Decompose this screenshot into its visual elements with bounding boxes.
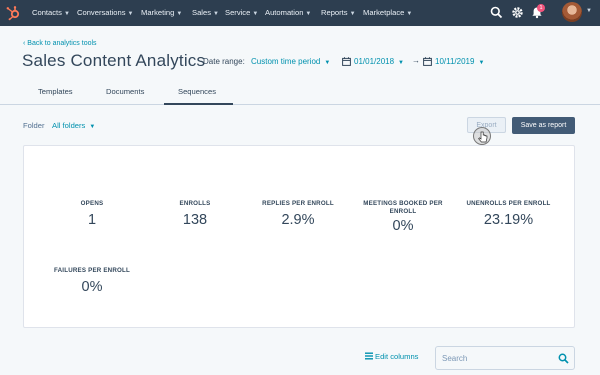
chevron-down-icon: ▼ (63, 11, 70, 17)
nav-automation[interactable]: Automation ▼ (265, 8, 311, 17)
back-to-analytics-link[interactable]: ‹ Back to analytics tools (23, 40, 97, 47)
date-range-value: Custom time period (251, 57, 321, 66)
chevron-down-icon: ▼ (398, 60, 404, 66)
top-navigation-bar: Contacts ▼ Conversations ▼ Marketing ▼ Sale… (0, 0, 600, 26)
stat-replies-per-enroll: REPLIES PER ENROLL 2.9% (248, 200, 348, 228)
notification-badge: 1 (537, 4, 545, 12)
nav-conversations[interactable]: Conversations ▼ (77, 8, 134, 17)
stat-failures-per-enroll: FAILURES PER ENROLL 0% (42, 267, 142, 295)
tab-documents[interactable]: Documents (106, 87, 144, 96)
chevron-down-icon: ▼ (478, 60, 485, 66)
chevron-down-icon: ▼ (127, 11, 134, 17)
end-date-picker[interactable]: 10/11/2019 ▼ (435, 57, 484, 66)
stat-value: 1 (87, 212, 97, 228)
nav-reports[interactable]: Reports ▼ (321, 8, 356, 17)
gear-icon[interactable] (511, 6, 524, 19)
nav-marketplace-label: Marketplace (363, 8, 405, 17)
tab-sequences[interactable]: Sequences (178, 87, 216, 96)
avatar[interactable] (562, 2, 582, 22)
stat-meetings-booked-per-enroll: MEETINGS BOOKED PER ENROLL 0% (353, 200, 453, 234)
chevron-down-icon: ▼ (324, 60, 331, 66)
nav-sales[interactable]: Sales ▼ (192, 8, 219, 17)
nav-marketplace[interactable]: Marketplace ▼ (363, 8, 412, 17)
nav-marketing-label: Marketing (141, 8, 175, 17)
chevron-down-icon: ▼ (213, 11, 219, 17)
stat-value: 23.19% (483, 212, 534, 228)
date-range-dropdown[interactable]: Custom time period ▼ (251, 57, 330, 66)
folder-dropdown[interactable]: All folders ▼ (52, 121, 95, 130)
stat-enrolls: ENROLLS 138 (145, 200, 245, 228)
folder-label: Folder (23, 121, 45, 130)
stat-label: FAILURES PER ENROLL (54, 267, 130, 274)
calendar-icon (423, 57, 432, 66)
end-date-value: 10/11/2019 (435, 57, 475, 66)
nav-marketing[interactable]: Marketing ▼ (141, 8, 182, 17)
stat-label: ENROLLS (179, 200, 211, 207)
date-range-label: Date range: (203, 57, 245, 66)
back-link-label: Back to analytics tools (27, 40, 97, 47)
chevron-down-icon: ▼ (252, 11, 259, 17)
analytics-tabs: Templates Documents Sequences (0, 84, 600, 105)
chevron-down-icon: ▼ (305, 11, 312, 17)
stat-label: MEETINGS BOOKED PER ENROLL (363, 200, 443, 215)
stat-opens: OPENS 1 (42, 200, 142, 228)
stat-value: 2.9% (281, 212, 315, 228)
chevron-down-icon[interactable]: ▼ (586, 8, 592, 14)
stat-unenrolls-per-enroll: UNENROLLS PER ENROLL 23.19% (456, 200, 561, 228)
calendar-icon (342, 57, 351, 66)
search-icon[interactable] (558, 353, 569, 364)
stat-label: UNENROLLS PER ENROLL (466, 200, 551, 207)
tab-templates[interactable]: Templates (38, 87, 73, 96)
edit-columns-link[interactable]: Edit columns (365, 352, 418, 361)
nav-contacts[interactable]: Contacts ▼ (32, 8, 70, 17)
stat-value: 0% (81, 279, 103, 295)
arrow-right-icon: → (412, 56, 420, 65)
save-as-report-button[interactable]: Save as report (512, 117, 575, 134)
start-date-value: 01/01/2018 (354, 57, 395, 66)
nav-conversations-label: Conversations (77, 8, 126, 17)
nav-service-label: Service (225, 8, 251, 17)
nav-reports-label: Reports (321, 8, 348, 17)
active-tab-indicator (164, 103, 233, 105)
pointer-cursor-icon (473, 127, 491, 145)
columns-icon (365, 352, 373, 360)
page-title: Sales Content Analytics (22, 51, 206, 70)
chevron-down-icon: ▼ (406, 11, 413, 17)
stat-label: OPENS (80, 200, 104, 207)
chevron-down-icon: ▼ (349, 11, 356, 17)
stat-label: REPLIES PER ENROLL (262, 200, 334, 207)
nav-contacts-label: Contacts (32, 8, 62, 17)
stat-value: 0% (392, 218, 414, 234)
search-icon[interactable] (490, 6, 503, 19)
search-box[interactable] (435, 346, 575, 370)
sequence-stats-card: OPENS 1 ENROLLS 138 REPLIES PER ENROLL 2… (23, 145, 575, 328)
edit-columns-label: Edit columns (375, 352, 419, 361)
nav-automation-label: Automation (265, 8, 304, 17)
stat-value: 138 (182, 212, 208, 228)
folder-value: All folders (52, 121, 86, 130)
search-input[interactable] (442, 351, 552, 366)
nav-sales-label: Sales (192, 8, 211, 17)
chevron-down-icon: ▼ (89, 124, 96, 130)
chevron-down-icon: ▼ (176, 11, 183, 17)
hubspot-logo-icon[interactable] (5, 5, 21, 21)
start-date-picker[interactable]: 01/01/2018 ▼ (354, 57, 404, 66)
nav-service[interactable]: Service ▼ (225, 8, 258, 17)
